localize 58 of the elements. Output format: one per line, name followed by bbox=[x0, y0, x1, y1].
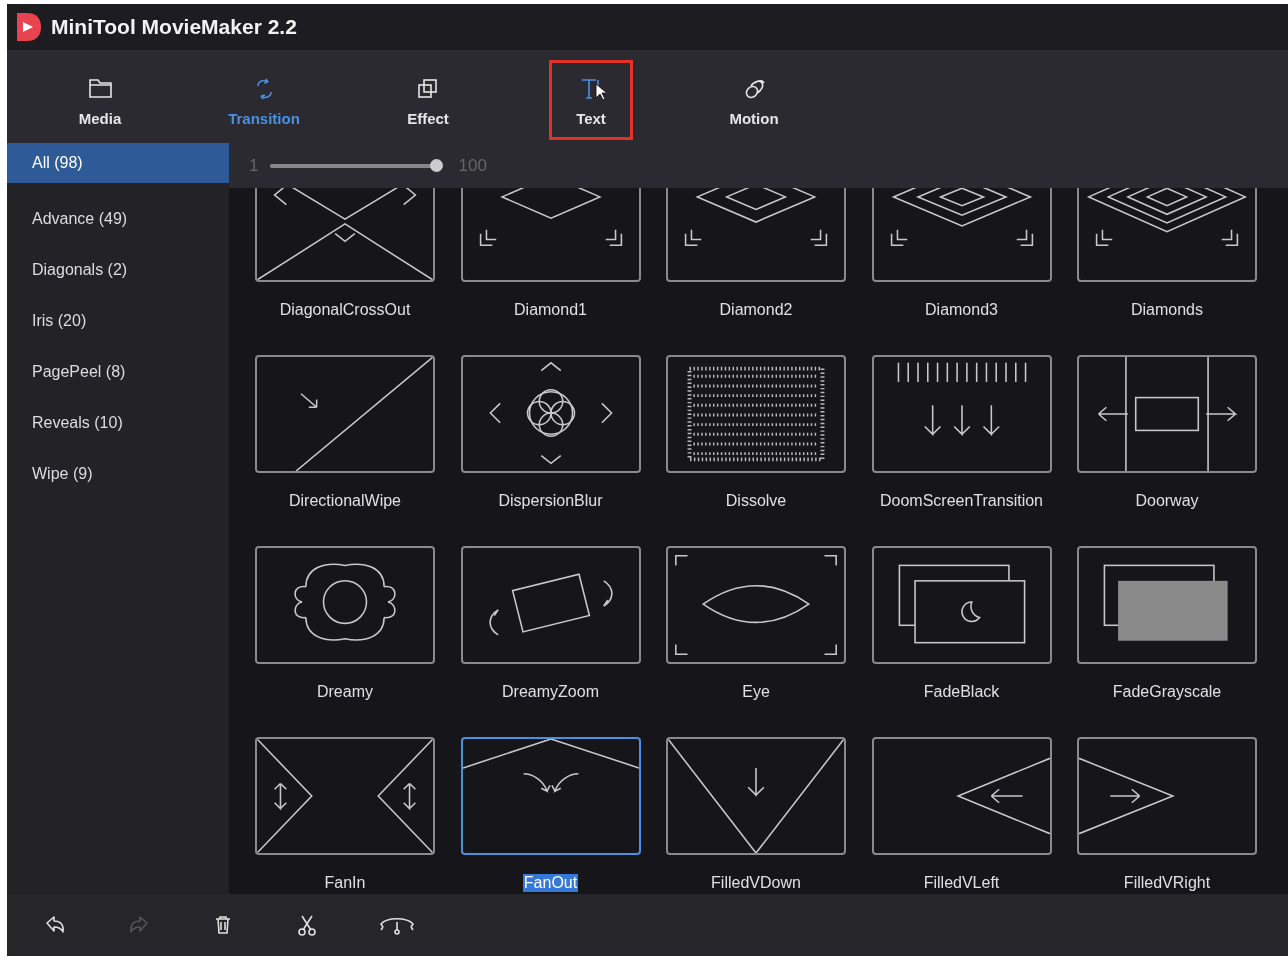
slider-max-label: 100 bbox=[458, 155, 487, 176]
transition-thumbnail[interactable] bbox=[460, 737, 641, 855]
transition-thumbnail[interactable] bbox=[871, 188, 1052, 282]
transition-thumbnail[interactable] bbox=[460, 188, 641, 282]
toolbar-tab[interactable]: Effect bbox=[363, 60, 493, 140]
transition-thumbnail[interactable] bbox=[255, 355, 435, 473]
transition-thumbnail[interactable] bbox=[666, 355, 846, 473]
transition-name: Eye bbox=[741, 683, 771, 701]
transition-thumbnail[interactable] bbox=[1077, 355, 1257, 473]
transition-thumbnail[interactable] bbox=[871, 355, 1052, 473]
transition-name: DreamyZoom bbox=[501, 683, 600, 701]
transition-name: FadeGrayscale bbox=[1111, 683, 1223, 701]
transition-name: DispersionBlur bbox=[497, 492, 604, 510]
category-item[interactable]: Reveals (10) bbox=[7, 398, 229, 449]
category-item[interactable]: Diagonals (2) bbox=[7, 245, 229, 296]
transition-thumbnail[interactable] bbox=[255, 546, 435, 664]
transition-name: Diamond2 bbox=[718, 301, 794, 319]
slider-min-label: 1 bbox=[249, 155, 259, 176]
toolbar-tab[interactable]: Text bbox=[549, 60, 633, 140]
transition-thumbnail[interactable] bbox=[460, 546, 641, 664]
transition-name: DirectionalWipe bbox=[287, 492, 402, 510]
toolbar-tab[interactable]: Media bbox=[35, 60, 165, 140]
transition-thumbnail[interactable] bbox=[1077, 737, 1257, 855]
transition-thumbnail[interactable] bbox=[871, 737, 1052, 855]
transition-name: FanIn bbox=[323, 874, 367, 892]
transition-thumbnail[interactable] bbox=[255, 188, 435, 282]
transition-thumbnail[interactable] bbox=[1077, 188, 1257, 282]
transition-name: FilledVDown bbox=[710, 874, 802, 892]
transition-name: DiagonalCrossOut bbox=[278, 301, 412, 319]
transition-thumbnail[interactable] bbox=[871, 546, 1052, 664]
transition-name: Dreamy bbox=[316, 683, 374, 701]
transition-name: FilledVLeft bbox=[922, 874, 1001, 892]
transition-name: DoomScreenTransition bbox=[879, 492, 1044, 510]
transition-name: FilledVRight bbox=[1122, 874, 1212, 892]
transition-thumbnail[interactable] bbox=[460, 355, 641, 473]
transition-name: Doorway bbox=[1134, 492, 1200, 510]
category-item[interactable]: Wipe (9) bbox=[7, 449, 229, 500]
scissors-button[interactable] bbox=[295, 913, 319, 937]
transition-thumbnail[interactable] bbox=[666, 546, 846, 664]
transition-thumbnail[interactable] bbox=[255, 737, 435, 855]
category-item[interactable]: PagePeel (8) bbox=[7, 347, 229, 398]
transition-thumbnail[interactable] bbox=[1077, 546, 1257, 664]
transition-thumbnail[interactable] bbox=[666, 737, 846, 855]
slider-thumb[interactable] bbox=[430, 159, 444, 172]
window-title: MiniTool MovieMaker 2.2 bbox=[51, 15, 297, 39]
transition-thumbnail[interactable] bbox=[666, 188, 846, 282]
transition-name: Diamond3 bbox=[924, 301, 999, 319]
category-item[interactable]: Iris (20) bbox=[7, 296, 229, 347]
category-item[interactable]: All (98) bbox=[7, 143, 229, 183]
transition-name: FanOut bbox=[522, 874, 579, 892]
toolbar-tab[interactable]: Motion bbox=[689, 60, 819, 140]
transition-name: Diamond1 bbox=[513, 301, 588, 319]
toolbar-tab[interactable]: Transition bbox=[199, 60, 329, 140]
scissors-icon bbox=[295, 913, 319, 937]
transition-name: FadeBlack bbox=[922, 683, 1001, 701]
category-item[interactable]: Advance (49) bbox=[7, 194, 229, 245]
transition-name: Diamonds bbox=[1130, 301, 1204, 319]
transition-name: Dissolve bbox=[724, 492, 788, 510]
